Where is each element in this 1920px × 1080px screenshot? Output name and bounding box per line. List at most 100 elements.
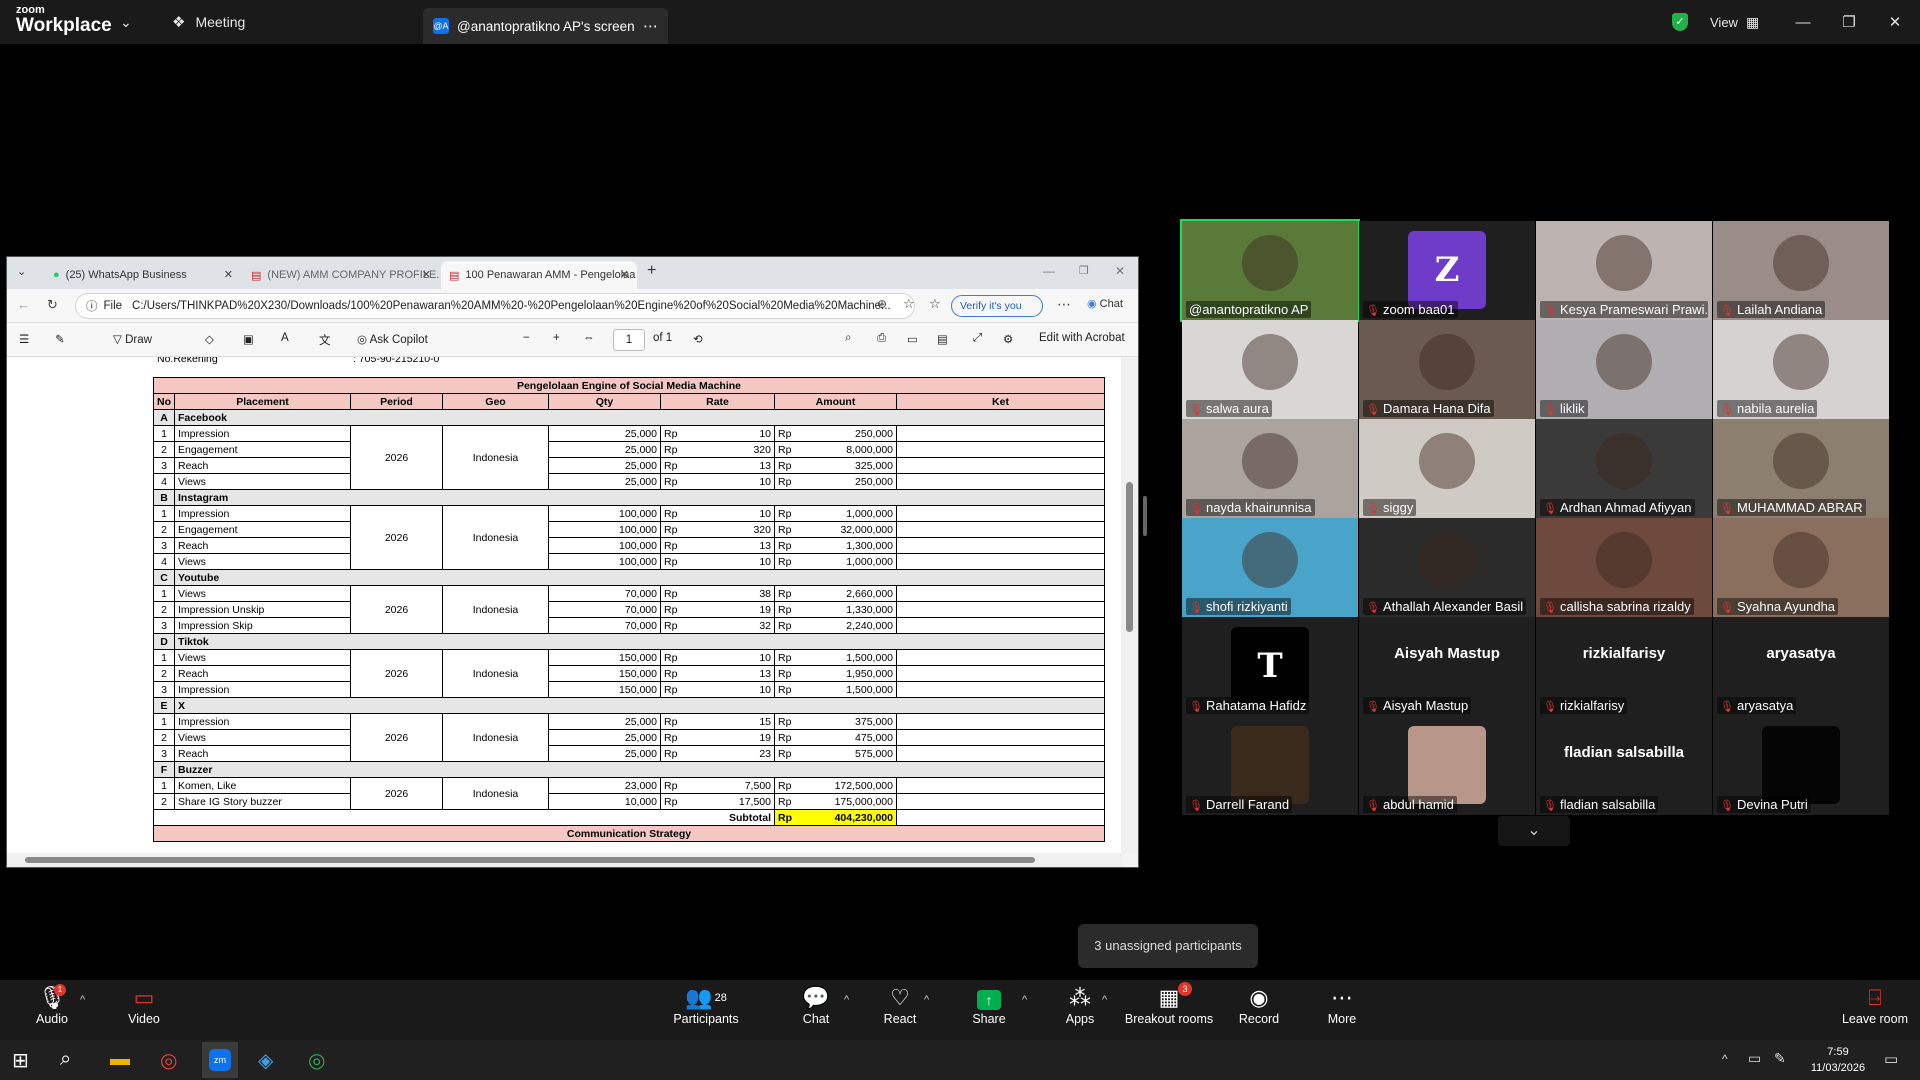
browser-tab-whatsapp[interactable]: ● (25) WhatsApp Business ✕ <box>45 261 241 289</box>
participant-tile[interactable]: 🎙 Darrell Farand <box>1182 716 1358 815</box>
windows-start-icon[interactable]: ⊞ <box>12 1048 29 1073</box>
tab-close-icon[interactable]: ✕ <box>620 268 629 281</box>
video-button[interactable]: ▭ Video <box>116 980 172 1040</box>
participant-tile[interactable]: 🎙 Lailah Andiana <box>1713 221 1889 320</box>
reload-icon[interactable]: ↻ <box>47 297 58 313</box>
zoom-out-icon[interactable]: − <box>523 332 530 344</box>
view-button[interactable]: View ▦ <box>1710 0 1759 44</box>
save-icon[interactable]: ▭ <box>907 332 918 346</box>
horizontal-scrollbar[interactable] <box>7 853 1123 867</box>
minimize-icon[interactable]: — <box>1780 0 1826 44</box>
tab-close-icon[interactable]: ✕ <box>422 268 431 281</box>
participant-tile[interactable]: 🎙 Syahna Ayundha <box>1713 518 1889 617</box>
network-icon[interactable]: ▭ <box>1748 1050 1761 1067</box>
tab-options-icon[interactable]: ⋯ <box>643 17 658 35</box>
participant-tile[interactable]: 🎙 Damara Hana Difa <box>1359 320 1535 419</box>
leave-room-button[interactable]: ⍈ Leave room <box>1838 980 1912 1040</box>
highlight-icon[interactable]: ✎ <box>55 332 65 346</box>
pen-icon[interactable]: ✎ <box>1774 1050 1786 1067</box>
participant-tile[interactable]: 🎙 abdul hamid <box>1359 716 1535 815</box>
page-number-input[interactable]: 1 <box>613 329 645 351</box>
participant-tile[interactable]: Z 🎙 zoom baa01 <box>1359 221 1535 320</box>
erase-icon[interactable]: ◇ <box>205 332 214 346</box>
share-button[interactable]: ↑ Share <box>968 980 1010 1040</box>
zoom-in-icon[interactable]: + <box>553 332 560 344</box>
participants-button[interactable]: 👥 28 Participants <box>670 980 742 1040</box>
search-icon[interactable]: ⌕ <box>845 332 851 345</box>
react-button[interactable]: ♡ React <box>880 980 920 1040</box>
participant-tile[interactable]: 🎙 nabila aurelia <box>1713 320 1889 419</box>
participant-tile[interactable]: fladian salsabilla 🎙 fladian salsabilla <box>1536 716 1712 815</box>
participant-tile[interactable]: 🎙 callisha sabrina rizaldy <box>1536 518 1712 617</box>
vertical-scrollbar[interactable] <box>1121 357 1138 853</box>
apps-button[interactable]: ⁂ Apps <box>1060 980 1100 1040</box>
participant-tile[interactable]: 🎙 nayda khairunnisa <box>1182 419 1358 518</box>
breakout-rooms-button[interactable]: ▦ 3 Breakout rooms <box>1124 980 1214 1040</box>
participant-tile[interactable]: 🎙 shofi rizkiyanti <box>1182 518 1358 617</box>
zoom-lens-icon[interactable]: ⊕ <box>877 297 887 311</box>
settings-gear-icon[interactable]: ⚙ <box>1003 332 1013 346</box>
apps-options-caret-icon[interactable]: ^ <box>1102 994 1107 1006</box>
favorite-star-icon[interactable]: ☆ <box>903 296 915 312</box>
react-options-caret-icon[interactable]: ^ <box>924 994 929 1006</box>
gallery-next-chevron-icon[interactable]: ⌄ <box>1498 816 1570 846</box>
pdf-document-view[interactable]: No.Rekening : 705-90-215210-0 Pengelolaa… <box>7 357 1123 853</box>
fit-page-icon[interactable]: ⇔ <box>583 332 595 344</box>
participant-tile[interactable]: aryasatya 🎙 aryasatya <box>1713 617 1889 716</box>
participant-tile[interactable]: T 🎙 Rahatama Hafidz <box>1182 617 1358 716</box>
vertical-scroll-thumb[interactable] <box>1126 482 1133 632</box>
record-button[interactable]: ◉ Record <box>1236 980 1282 1040</box>
chat-options-caret-icon[interactable]: ^ <box>844 994 849 1006</box>
audio-button[interactable]: 🎙 1 Audio <box>24 980 80 1040</box>
contents-icon[interactable]: ☰ <box>19 332 29 346</box>
participant-tile[interactable]: @anantopratikno AP <box>1180 219 1360 322</box>
horizontal-scroll-thumb[interactable] <box>25 857 1035 863</box>
close-icon[interactable]: ✕ <box>1872 0 1918 44</box>
browser-close-icon[interactable]: ✕ <box>1115 264 1125 278</box>
print-icon[interactable]: ⎙ <box>877 332 886 345</box>
taskbar-search-icon[interactable]: ⌕ <box>60 1048 71 1071</box>
maximize-icon[interactable]: ❐ <box>1826 0 1872 44</box>
notification-icon[interactable]: ▭ <box>1884 1050 1898 1068</box>
draw-button[interactable]: ▽ Draw <box>113 332 152 346</box>
split-resize-handle[interactable] <box>1143 496 1147 536</box>
copilot-chat-button[interactable]: ◉ Chat <box>1087 297 1123 310</box>
participant-tile[interactable]: 🎙 Devina Putri <box>1713 716 1889 815</box>
participant-tile[interactable]: 🎙 Athallah Alexander Basil <box>1359 518 1535 617</box>
file-explorer-icon[interactable]: ▬ <box>110 1048 130 1071</box>
app-taskbar-icon[interactable]: ◈ <box>258 1048 273 1073</box>
browser-maximize-icon[interactable]: ❐ <box>1079 264 1089 277</box>
participant-tile[interactable]: 🎙 MUHAMMAD ABRAR <box>1713 419 1889 518</box>
url-field[interactable]: ⓘ File C:/Users/THINKPAD%20X230/Download… <box>75 293 915 319</box>
participant-tile[interactable]: 🎙 liklik <box>1536 320 1712 419</box>
participant-tile[interactable]: 🎙 Kesya Prameswari Prawi... <box>1536 221 1712 320</box>
zoom-taskbar-icon[interactable]: zm <box>202 1042 238 1078</box>
tab-list-chevron-icon[interactable]: ⌄ <box>17 265 26 278</box>
chrome-profile-icon[interactable]: ◎ <box>308 1048 325 1073</box>
favorites-icon[interactable]: ☆ <box>929 296 941 312</box>
meeting-menu[interactable]: ❖ Meeting <box>172 0 245 44</box>
text-box-icon[interactable]: ▣ <box>243 332 254 346</box>
read-aloud-icon[interactable]: A <box>281 332 289 344</box>
verify-button[interactable]: Verify it's you <box>951 295 1043 317</box>
browser-tab-company-profile[interactable]: ▤ (NEW) AMM COMPANY PROFILE.p ✕ <box>243 261 439 289</box>
fullscreen-icon[interactable]: ⤢ <box>973 332 982 345</box>
tray-chevron-icon[interactable]: ^ <box>1722 1052 1728 1066</box>
chrome-icon[interactable]: ◎ <box>160 1048 177 1073</box>
security-shield-icon[interactable]: ✓ <box>1672 0 1688 44</box>
tab-close-icon[interactable]: ✕ <box>224 268 233 281</box>
shared-browser-window[interactable]: ⌄ ● (25) WhatsApp Business ✕ ▤ (NEW) AMM… <box>6 256 1139 868</box>
chat-button[interactable]: 💬 Chat <box>796 980 836 1040</box>
more-button[interactable]: ⋯ More <box>1322 980 1362 1040</box>
participant-tile[interactable]: 🎙 Ardhan Ahmad Afiyyan <box>1536 419 1712 518</box>
browser-tab-penawaran[interactable]: ▤ 100 Penawaran AMM - Pengelolaa ✕ <box>441 261 637 289</box>
ask-copilot-button[interactable]: ◎ Ask Copilot <box>357 332 428 346</box>
translate-icon[interactable]: 文 <box>319 332 331 348</box>
participant-tile[interactable]: 🎙 siggy <box>1359 419 1535 518</box>
audio-options-caret-icon[interactable]: ^ <box>80 994 85 1006</box>
browser-minimize-icon[interactable]: — <box>1043 264 1055 278</box>
rotate-icon[interactable]: ⟲ <box>693 332 703 346</box>
logo-menu-chevron-icon[interactable]: ⌄ <box>120 0 132 44</box>
back-icon[interactable]: ← <box>17 297 30 312</box>
participant-tile[interactable]: Aisyah Mastup 🎙 Aisyah Mastup <box>1359 617 1535 716</box>
